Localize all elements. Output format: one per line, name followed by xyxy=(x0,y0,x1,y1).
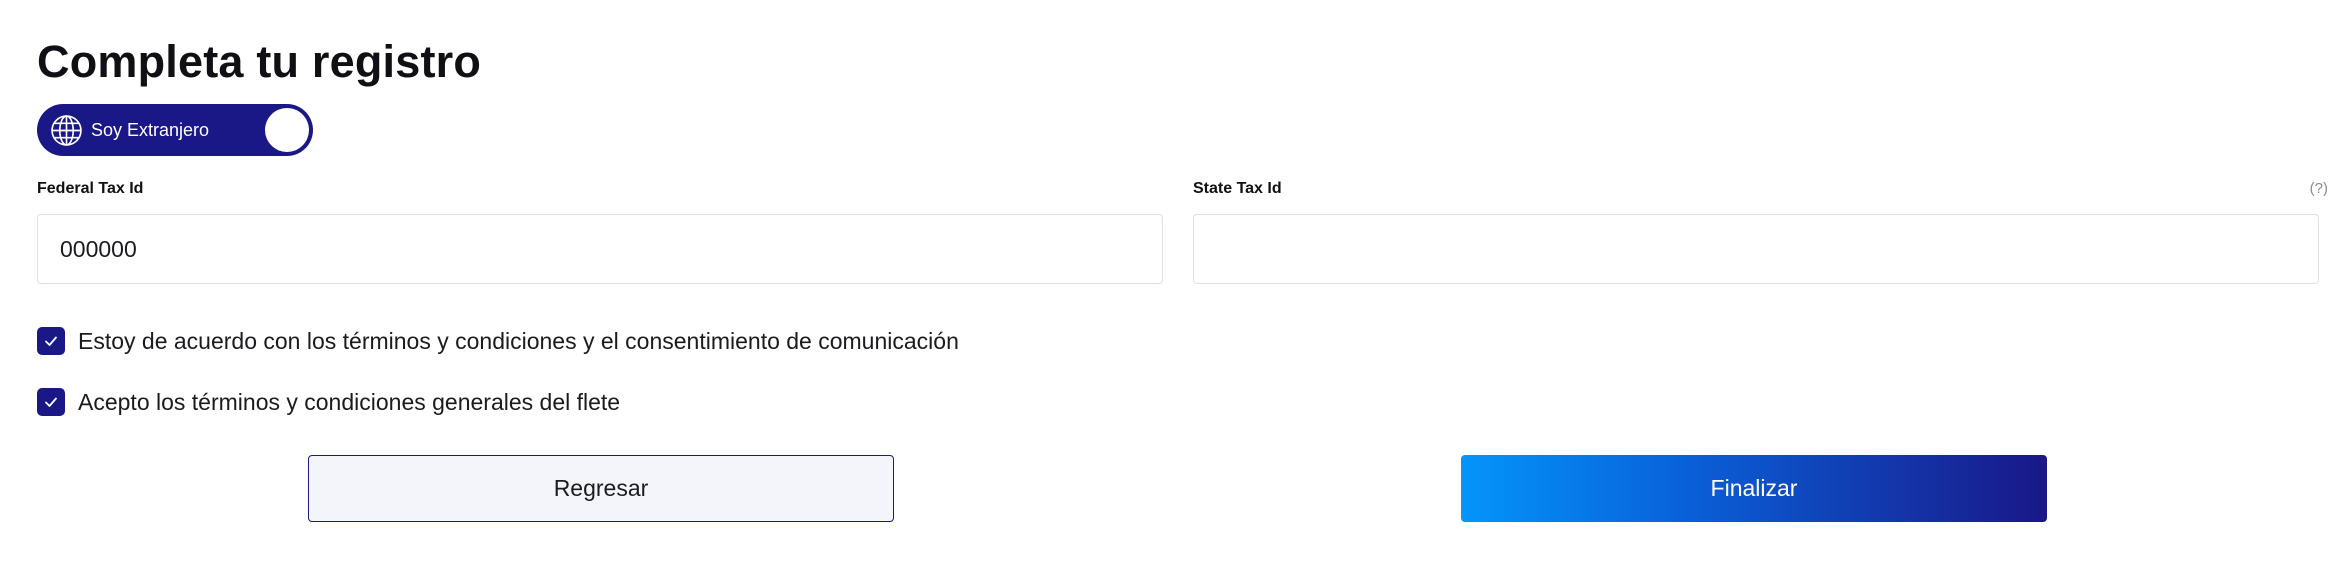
federal-tax-id-input[interactable] xyxy=(37,214,1163,284)
finish-button[interactable]: Finalizar xyxy=(1461,455,2047,522)
checkmark-icon xyxy=(45,336,57,346)
terms-communication-checkbox-row[interactable]: Estoy de acuerdo con los términos y cond… xyxy=(37,327,959,355)
state-tax-id-label: State Tax Id xyxy=(1193,180,1282,197)
freight-terms-checkbox-row[interactable]: Acepto los términos y condiciones genera… xyxy=(37,388,620,416)
freight-terms-checkbox[interactable] xyxy=(37,388,65,416)
checkmark-icon xyxy=(45,397,57,407)
back-button[interactable]: Regresar xyxy=(308,455,894,522)
toggle-knob xyxy=(265,108,309,152)
foreigner-toggle-label: Soy Extranjero xyxy=(91,120,210,140)
freight-terms-label: Acepto los términos y condiciones genera… xyxy=(78,388,621,415)
terms-communication-label: Estoy de acuerdo con los términos y cond… xyxy=(78,327,959,354)
globe-icon xyxy=(51,115,82,146)
federal-tax-id-label: Federal Tax Id xyxy=(37,180,144,197)
terms-communication-checkbox[interactable] xyxy=(37,327,65,355)
state-tax-id-input[interactable] xyxy=(1193,214,2319,284)
page-title: Completa tu registro xyxy=(37,36,482,87)
foreigner-toggle[interactable]: Soy Extranjero xyxy=(37,104,313,156)
help-icon[interactable]: (?) xyxy=(2310,180,2328,197)
